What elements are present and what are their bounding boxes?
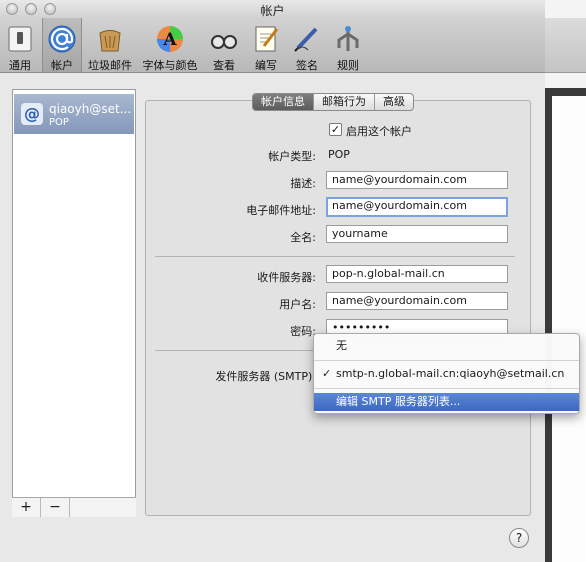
checkmark-icon: ✓	[322, 367, 332, 380]
add-account-button[interactable]: +	[12, 498, 41, 517]
smtp-menu-item-edit-list-label: 编辑 SMTP 服务器列表...	[336, 395, 461, 408]
font-colors-icon: A	[157, 26, 183, 52]
toolbar-rules[interactable]: 规则	[330, 18, 366, 72]
rules-icon	[337, 26, 359, 51]
email-label: 电子邮件地址:	[246, 204, 316, 217]
fullname-field[interactable]: yourname	[326, 225, 508, 243]
smtp-server-menu: 无 ✓ smtp-n.global-mail.cn:qiaoyh@setmail…	[313, 333, 580, 414]
toolbar-viewing[interactable]: 查看	[204, 18, 244, 72]
toolbar-fonts-colors[interactable]: A 字体与颜色	[140, 18, 200, 72]
description-field[interactable]: name@yourdomain.com	[326, 171, 508, 189]
enable-account-checkbox[interactable]: ✓	[329, 123, 342, 136]
toolbar-composing-label: 编写	[255, 59, 277, 72]
account-name: qiaoyh@set...	[49, 102, 132, 116]
toolbar-rules-label: 规则	[337, 59, 359, 72]
at-sign-icon	[48, 25, 76, 53]
remove-account-button[interactable]: −	[41, 498, 70, 517]
toolbar-signatures-label: 签名	[296, 59, 318, 72]
account-type-label: 帐户类型:	[268, 150, 316, 163]
enable-account-label: 启用这个帐户	[346, 125, 412, 138]
password-label: 密码:	[290, 325, 316, 338]
toolbar-composing[interactable]: 编写	[248, 18, 284, 72]
tab-mailbox-behaviors[interactable]: 邮箱行为	[314, 94, 375, 110]
compose-icon	[255, 26, 279, 52]
preferences-window: 帐户 通用 帐户 垃圾邮件 A 字体与颜色 查看 编写 签名 规则 @ qiao…	[0, 0, 545, 562]
smtp-server-label: 发件服务器 (SMTP):	[215, 370, 316, 383]
toolbar-general-label: 通用	[9, 59, 31, 72]
toolbar-general[interactable]: 通用	[2, 18, 38, 72]
toolbar-junk-label: 垃圾邮件	[88, 59, 132, 72]
incoming-server-label: 收件服务器:	[257, 271, 316, 284]
username-field[interactable]: name@yourdomain.com	[326, 292, 508, 310]
toolbar-signatures[interactable]: 签名	[288, 18, 326, 72]
pen-icon	[294, 27, 318, 52]
incoming-server-field[interactable]: pop-n.global-mail.cn	[326, 265, 508, 283]
fullname-label: 全名:	[290, 231, 316, 244]
at-sign-icon: @	[21, 103, 43, 125]
smtp-menu-item-selected[interactable]: ✓ smtp-n.global-mail.cn:qiaoyh@setmail.c…	[314, 365, 579, 383]
smtp-menu-item-none[interactable]: 无	[314, 337, 579, 355]
account-type-value: POP	[328, 148, 350, 161]
account-list[interactable]: @ qiaoyh@set... POP	[12, 89, 136, 517]
toolbar-viewing-label: 查看	[213, 59, 235, 72]
smtp-menu-item-selected-label: smtp-n.global-mail.cn:qiaoyh@setmail.cn	[336, 367, 565, 380]
email-field[interactable]: name@yourdomain.com	[326, 197, 508, 217]
toolbar-accounts-label: 帐户	[51, 59, 73, 72]
toolbar-junk[interactable]: 垃圾邮件	[86, 18, 134, 72]
menu-separator	[314, 388, 579, 389]
account-type: POP	[49, 117, 69, 128]
menu-separator	[314, 360, 579, 361]
background-window-toolbar	[545, 18, 586, 73]
username-label: 用户名:	[279, 298, 316, 311]
tab-advanced[interactable]: 高级	[375, 94, 413, 110]
window-title: 帐户	[260, 4, 285, 18]
toolbar-fonts-colors-label: 字体与颜色	[142, 59, 198, 72]
description-label: 描述:	[290, 177, 316, 190]
background-window-content	[552, 96, 586, 562]
trash-bag-icon	[99, 30, 121, 52]
svg-text:A: A	[162, 30, 177, 50]
smtp-menu-item-none-label: 无	[336, 339, 347, 352]
title-bar: 帐户	[0, 0, 545, 18]
account-list-item[interactable]: @ qiaoyh@set... POP	[14, 94, 134, 134]
glasses-icon	[211, 35, 237, 49]
tab-bar: 帐户信息 邮箱行为 高级	[252, 93, 414, 111]
toolbar-accounts[interactable]: 帐户	[42, 18, 82, 72]
account-list-controls: + −	[12, 497, 136, 517]
divider	[155, 256, 515, 257]
tab-account-info[interactable]: 帐户信息	[253, 94, 314, 110]
switch-icon	[8, 26, 32, 52]
toolbar: 通用 帐户 垃圾邮件 A 字体与颜色 查看 编写 签名 规则	[0, 18, 545, 73]
smtp-menu-item-edit-list[interactable]: 编辑 SMTP 服务器列表...	[314, 393, 579, 411]
help-button[interactable]: ?	[509, 528, 529, 548]
